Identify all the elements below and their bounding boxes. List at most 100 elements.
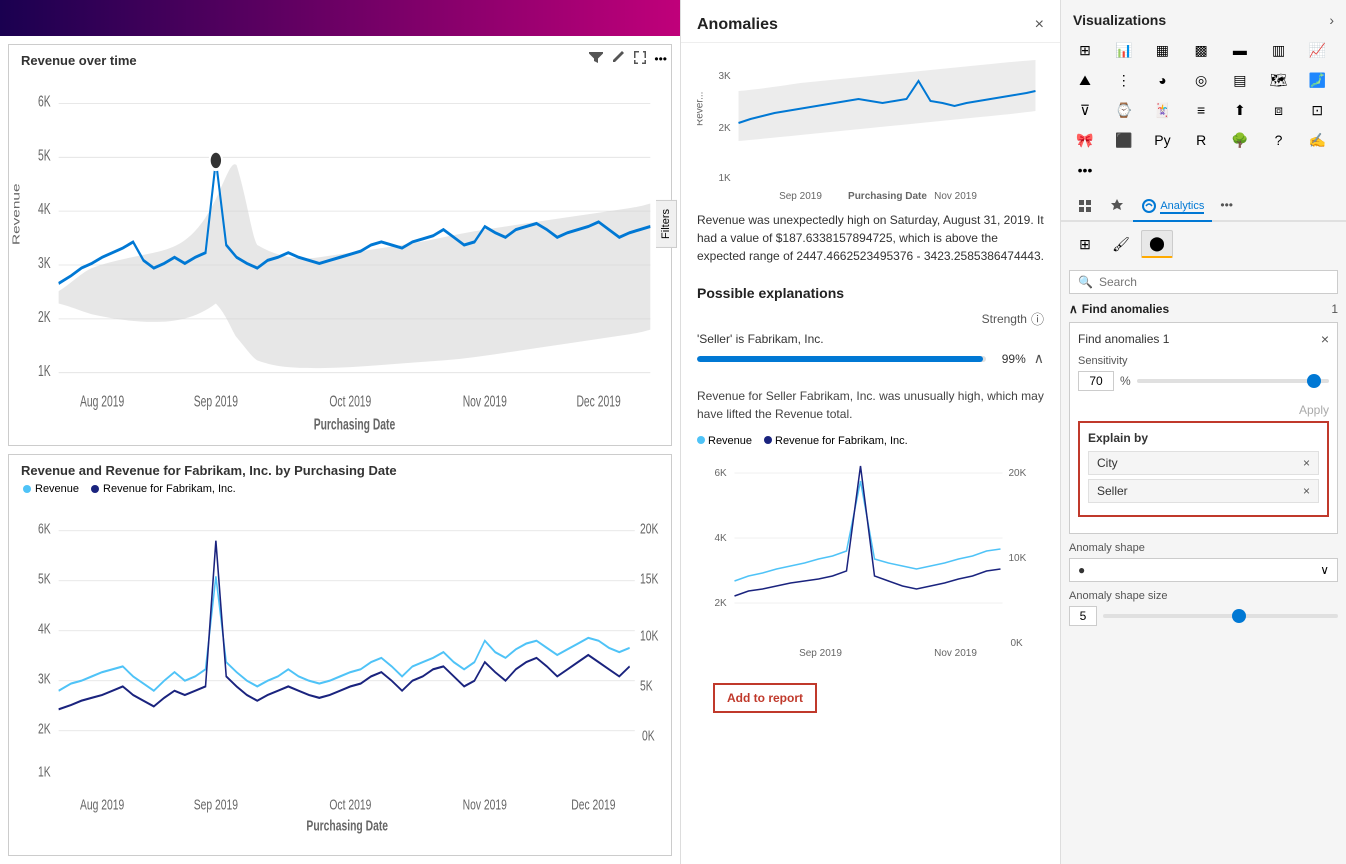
tab-more[interactable]: •••	[1212, 192, 1241, 222]
chart-bottom-svg: 6K 5K 4K 3K 2K 1K 20K 15K 10K 5K 0K Aug	[9, 455, 671, 855]
city-label: City	[1097, 456, 1118, 470]
right-panel: Visualizations › ⊞ 📊 ▦ ▩ ▬ ▥ 📈 ⛰ ⋮ ◕ ◎ ▤…	[1060, 0, 1346, 864]
format-icon-1[interactable]: ⊞	[1069, 230, 1101, 258]
search-input[interactable]	[1099, 275, 1329, 289]
viz-icon-table[interactable]: ⊞	[1069, 36, 1101, 64]
svg-text:Nov 2019: Nov 2019	[463, 797, 507, 813]
anomaly-mini-chart-svg: 3K 2K 1K Rever... Sep 2019 Nov 2019 Purc…	[697, 51, 1044, 201]
chart-container: ••• Revenue over time 6K 5K 4K 3K 2K 1K …	[0, 36, 680, 864]
viz-icon-more[interactable]: •••	[1069, 156, 1101, 184]
viz-icon-scatter[interactable]: ⋮	[1108, 66, 1140, 94]
chevron-down-icon: ∧	[1069, 302, 1078, 316]
explanation-detail: Revenue for Seller Fabrikam, Inc. was un…	[681, 379, 1060, 431]
viz-icon-funnel[interactable]: ⊽	[1069, 96, 1101, 124]
svg-text:2K: 2K	[715, 598, 728, 609]
format-icon-2[interactable]: 🖌	[1105, 230, 1137, 258]
viz-icon-r-visual[interactable]: R	[1185, 126, 1217, 154]
viz-icon-donut[interactable]: ◎	[1185, 66, 1217, 94]
explanation-name: 'Seller' is Fabrikam, Inc.	[697, 332, 1044, 346]
anomaly-shape-select[interactable]: ● ∨	[1069, 558, 1338, 582]
sensitivity-pct: %	[1120, 374, 1131, 388]
viz-icon-waterfall[interactable]: ⬛	[1108, 126, 1140, 154]
filters-tab[interactable]: Filters	[656, 200, 677, 248]
edit-icon[interactable]	[610, 49, 626, 68]
svg-text:5K: 5K	[38, 571, 51, 587]
chart-toolbar-top: •••	[588, 49, 667, 68]
find-anomalies-close-btn[interactable]: ×	[1321, 331, 1329, 347]
svg-text:1K: 1K	[719, 173, 732, 184]
svg-text:4K: 4K	[38, 621, 51, 637]
chart-top-svg: 6K 5K 4K 3K 2K 1K Revenue Aug 2019 Sep 2…	[9, 45, 671, 445]
explain-by-section: Explain by City × Seller ×	[1078, 421, 1329, 517]
viz-icon-ribbon[interactable]: 🎀	[1069, 126, 1101, 154]
viz-icon-card[interactable]: 🃏	[1146, 96, 1178, 124]
svg-text:Aug 2019: Aug 2019	[80, 797, 124, 813]
viz-icon-pie[interactable]: ◕	[1146, 66, 1178, 94]
explanation-chart: 6K 4K 2K 20K 10K 0K Sep 2019 Nov 2019	[681, 451, 1060, 671]
explanation-bar-fill	[697, 356, 983, 362]
viz-icon-slicer[interactable]: ⧈	[1263, 96, 1295, 124]
more-icon[interactable]: •••	[654, 52, 667, 66]
sensitivity-value: 70	[1078, 371, 1114, 391]
seller-remove-btn[interactable]: ×	[1303, 484, 1310, 498]
svg-text:2K: 2K	[38, 721, 51, 737]
viz-icon-multi-row-card[interactable]: ≡	[1185, 96, 1217, 124]
viz-icon-hbar[interactable]: ▬	[1224, 36, 1256, 64]
svg-text:Purchasing Date: Purchasing Date	[314, 416, 396, 434]
filter-icon[interactable]	[588, 49, 604, 68]
explanation-toggle[interactable]: ∧	[1034, 350, 1044, 367]
possible-explanations: Possible explanations Strength ⓘ 'Seller…	[681, 273, 1060, 379]
viz-icon-gauge[interactable]: ⌚	[1108, 96, 1140, 124]
svg-text:6K: 6K	[715, 468, 728, 479]
tab-format[interactable]	[1101, 192, 1133, 222]
viz-icon-line[interactable]: 📈	[1301, 36, 1333, 64]
viz-icon-smart-narrative[interactable]: ✍	[1301, 126, 1333, 154]
sensitivity-slider[interactable]	[1137, 379, 1329, 383]
chevron-right-icon[interactable]: ›	[1329, 12, 1334, 28]
header-gradient	[0, 0, 680, 36]
anomaly-mini-chart: 3K 2K 1K Rever... Sep 2019 Nov 2019 Purc…	[681, 43, 1060, 203]
svg-text:Purchasing Date: Purchasing Date	[848, 191, 927, 201]
city-remove-btn[interactable]: ×	[1303, 456, 1310, 470]
find-anomalies-header: ∧ Find anomalies 1	[1069, 302, 1338, 316]
viz-icon-area[interactable]: ⛰	[1069, 66, 1101, 94]
format-icon-active[interactable]: ⬤	[1141, 230, 1173, 258]
viz-icon-qna[interactable]: ?	[1263, 126, 1295, 154]
viz-icon-matrix[interactable]: ⊡	[1301, 96, 1333, 124]
viz-icon-script-visual[interactable]: Py	[1146, 126, 1178, 154]
anomaly-shape-chevron: ∨	[1320, 563, 1329, 577]
viz-icon-100-bar[interactable]: ▩	[1185, 36, 1217, 64]
viz-icon-kpi[interactable]: ⬆	[1224, 96, 1256, 124]
svg-text:1K: 1K	[38, 764, 51, 780]
viz-icon-stacked-hbar[interactable]: ▥	[1263, 36, 1295, 64]
legend-fabrikam-dot: Revenue for Fabrikam, Inc.	[764, 435, 908, 447]
tab-analytics[interactable]: Analytics	[1133, 192, 1212, 222]
svg-text:0K: 0K	[1011, 638, 1024, 649]
anomaly-size-label: Anomaly shape size	[1069, 590, 1338, 602]
anomalies-panel: Anomalies × 3K 2K 1K Rever... Sep 2019 N…	[680, 0, 1060, 864]
svg-text:6K: 6K	[38, 521, 51, 537]
viz-icon-decomp[interactable]: 🌳	[1224, 126, 1256, 154]
anomalies-close-btn[interactable]: ×	[1035, 17, 1044, 33]
viz-icon-stacked-bar[interactable]: ▦	[1146, 36, 1178, 64]
viz-icon-filled-map[interactable]: 🗾	[1301, 66, 1333, 94]
svg-text:10K: 10K	[1009, 553, 1027, 564]
viz-icon-bar[interactable]: 📊	[1108, 36, 1140, 64]
search-box: 🔍	[1069, 270, 1338, 294]
viz-icons-grid: ⊞ 📊 ▦ ▩ ▬ ▥ 📈 ⛰ ⋮ ◕ ◎ ▤ 🗺 🗾 ⊽ ⌚ 🃏 ≡ ⬆ ⧈ …	[1061, 36, 1346, 192]
viz-icon-map[interactable]: 🗺	[1263, 66, 1295, 94]
svg-text:3K: 3K	[38, 671, 51, 687]
anomaly-size-slider[interactable]	[1103, 614, 1338, 618]
find-anomalies-row: Find anomalies 1 ×	[1078, 331, 1329, 347]
apply-btn[interactable]: Apply	[1078, 399, 1329, 421]
add-to-report-btn[interactable]: Add to report	[713, 683, 817, 713]
viz-icon-treemap[interactable]: ▤	[1224, 66, 1256, 94]
explanation-item: 'Seller' is Fabrikam, Inc. 99% ∧	[697, 332, 1044, 367]
anomaly-shape-section: Anomaly shape ● ∨	[1069, 542, 1338, 582]
strength-info-icon[interactable]: ⓘ	[1031, 309, 1044, 328]
svg-text:Sep 2019: Sep 2019	[194, 392, 238, 410]
tab-fields[interactable]	[1069, 192, 1101, 222]
expand-icon[interactable]	[632, 49, 648, 68]
svg-text:Nov 2019: Nov 2019	[934, 191, 977, 201]
explanation-bar	[697, 356, 986, 362]
